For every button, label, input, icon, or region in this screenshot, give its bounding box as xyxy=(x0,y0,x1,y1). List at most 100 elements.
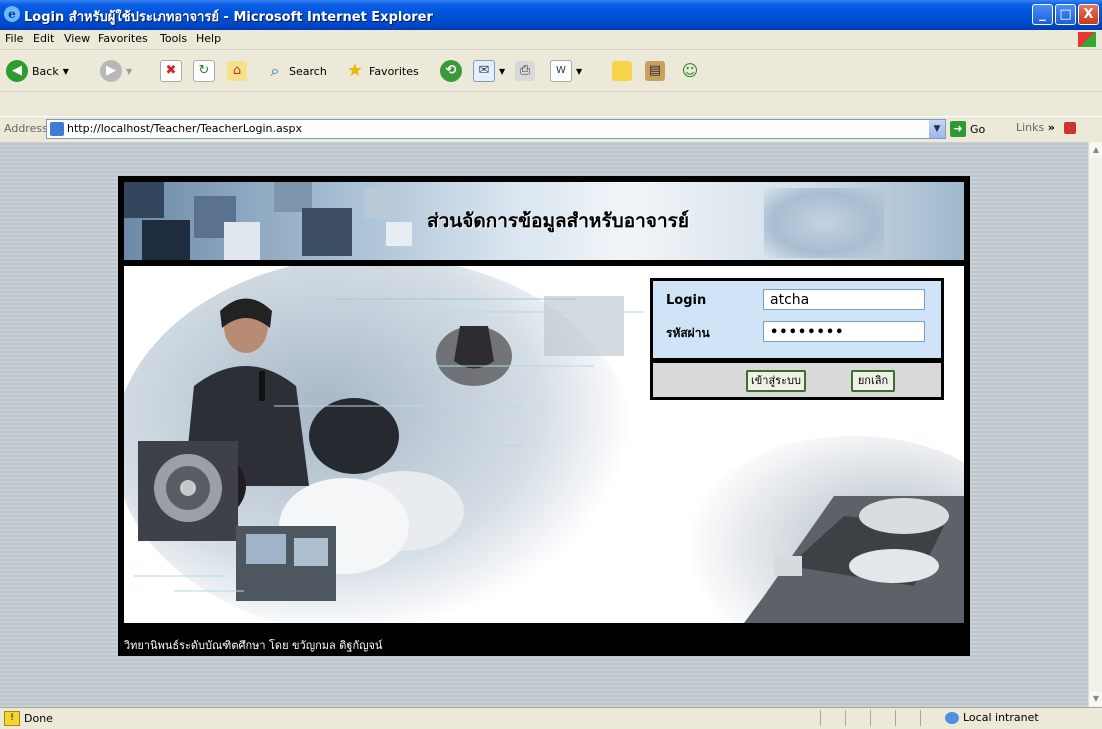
scroll-up-icon[interactable]: ▲ xyxy=(1090,143,1102,157)
banner-swirl xyxy=(764,188,884,258)
pdf-icon xyxy=(1064,122,1077,134)
back-arrow-icon: ◀ xyxy=(6,60,28,82)
search-button[interactable]: ⌕ Search xyxy=(265,58,327,84)
status-text: Done xyxy=(24,712,53,725)
banner-tile xyxy=(302,208,352,256)
banner-tile xyxy=(124,182,164,218)
maximize-button[interactable]: □ xyxy=(1055,4,1076,25)
warning-icon: ! xyxy=(4,711,20,726)
history-icon: ⟲ xyxy=(440,60,462,82)
links-label: Links xyxy=(1016,121,1045,134)
word-icon: W xyxy=(550,60,572,82)
search-icon: ⌕ xyxy=(270,61,280,80)
folder-button[interactable] xyxy=(612,58,632,84)
menu-file[interactable]: File xyxy=(5,32,23,45)
research-icon: ▤ xyxy=(645,61,665,81)
minimize-button[interactable]: _ xyxy=(1032,4,1053,25)
star-icon: ★ xyxy=(346,60,364,81)
stop-button[interactable]: ✖ xyxy=(160,58,182,84)
address-label: Address xyxy=(4,122,48,135)
menu-favorites[interactable]: Favorites xyxy=(98,32,148,45)
banner-tile xyxy=(224,222,260,260)
status-divider xyxy=(920,710,921,726)
forward-button[interactable]: ▶ ▼ xyxy=(100,58,132,84)
print-button[interactable]: ⎙ xyxy=(515,58,535,84)
stop-icon: ✖ xyxy=(160,60,182,82)
cancel-button[interactable]: ยกเลิก xyxy=(851,370,895,392)
forward-arrow-icon: ▶ xyxy=(100,60,122,82)
menu-help[interactable]: Help xyxy=(196,32,221,45)
window-title: Login สำหรับผู้ใช้ประเภทอาจารย์ - Micros… xyxy=(24,10,433,25)
chevron-down-icon: ▼ xyxy=(576,66,583,76)
links-button[interactable]: Links » xyxy=(1016,121,1077,134)
chevron-down-icon: ▼ xyxy=(62,66,69,76)
mail-icon: ✉ xyxy=(473,60,495,82)
history-button[interactable]: ⟲ xyxy=(440,58,462,84)
status-divider xyxy=(870,710,871,726)
status-divider xyxy=(895,710,896,726)
refresh-button[interactable]: ↻ xyxy=(193,58,215,84)
menu-tools[interactable]: Tools xyxy=(160,32,187,45)
back-label: Back xyxy=(32,64,59,78)
address-bar: Address http://localhost/Teacher/Teacher… xyxy=(0,116,1102,143)
address-url: http://localhost/Teacher/TeacherLogin.as… xyxy=(67,122,302,135)
standard-toolbar: ◀ Back ▼ ▶ ▼ ✖ ↻ ⌂ ⌕ Search ★ Favorites … xyxy=(0,50,1102,92)
home-button[interactable]: ⌂ xyxy=(227,58,247,84)
banner-tile xyxy=(364,188,394,218)
research-button[interactable]: ▤ xyxy=(645,58,665,84)
menu-bar: File Edit View Favorites Tools Help xyxy=(0,30,1102,50)
login-panel: Login atcha รหัสผ่าน •••••••• เข้าสู่ระบ… xyxy=(650,278,944,400)
mail-button[interactable]: ✉ ▼ xyxy=(473,58,505,84)
footer: วิทยานิพนธ์ระดับบัณฑิตศึกษา โดย ขวัญกมล … xyxy=(118,628,970,656)
status-divider xyxy=(820,710,821,726)
status-divider xyxy=(845,710,846,726)
chevron-right-icon: » xyxy=(1047,121,1055,134)
windows-logo-icon xyxy=(1078,32,1096,47)
password-label: รหัสผ่าน xyxy=(666,326,710,340)
favorites-label: Favorites xyxy=(369,64,419,78)
banner-tile xyxy=(142,220,190,260)
main-content: Login atcha รหัสผ่าน •••••••• เข้าสู่ระบ… xyxy=(124,266,964,623)
menu-edit[interactable]: Edit xyxy=(33,32,54,45)
page-title: ส่วนจัดการข้อมูลสำหรับอาจารย์ xyxy=(427,210,689,232)
address-input[interactable]: http://localhost/Teacher/TeacherLogin.as… xyxy=(46,119,946,139)
address-dropdown-icon[interactable]: ▼ xyxy=(929,120,945,138)
favorites-button[interactable]: ★ Favorites xyxy=(345,58,419,84)
chevron-down-icon: ▼ xyxy=(126,66,133,76)
scroll-down-icon[interactable]: ▼ xyxy=(1090,692,1102,706)
window-titlebar: e Login สำหรับผู้ใช้ประเภทอาจารย์ - Micr… xyxy=(0,0,1102,30)
page-viewport: ส่วนจัดการข้อมูลสำหรับอาจารย์ Login atch… xyxy=(0,142,1088,707)
page-icon xyxy=(50,122,64,136)
vertical-scrollbar[interactable]: ▲ ▼ xyxy=(1088,142,1102,707)
footer-text: วิทยานิพนธ์ระดับบัณฑิตศึกษา โดย ขวัญกมล … xyxy=(124,639,383,652)
home-icon: ⌂ xyxy=(227,61,247,81)
go-arrow-icon: ➜ xyxy=(950,121,966,137)
close-button[interactable]: X xyxy=(1078,4,1099,25)
search-label: Search xyxy=(289,64,327,78)
go-label: Go xyxy=(970,122,986,136)
print-icon: ⎙ xyxy=(515,61,535,81)
page-frame: ส่วนจัดการข้อมูลสำหรับอาจารย์ Login atch… xyxy=(118,176,970,656)
intranet-icon xyxy=(945,711,959,724)
status-bar: ! Done Local intranet xyxy=(0,707,1102,729)
ie-icon: e xyxy=(4,6,20,22)
login-input[interactable]: atcha xyxy=(763,289,925,310)
folder-icon xyxy=(612,61,632,81)
login-actions: เข้าสู่ระบบ ยกเลิก xyxy=(653,363,941,397)
messenger-button[interactable]: ☺ xyxy=(680,58,700,84)
chevron-down-icon: ▼ xyxy=(499,66,506,76)
messenger-icon: ☺ xyxy=(681,61,699,80)
password-input[interactable]: •••••••• xyxy=(763,321,925,342)
menu-view[interactable]: View xyxy=(64,32,90,45)
zone-label: Local intranet xyxy=(963,711,1039,724)
login-fields: Login atcha รหัสผ่าน •••••••• xyxy=(653,281,941,358)
header-banner: ส่วนจัดการข้อมูลสำหรับอาจารย์ xyxy=(124,182,964,260)
edit-button[interactable]: W ▼ xyxy=(550,58,582,84)
go-button[interactable]: ➜ Go xyxy=(950,121,985,137)
login-label: Login xyxy=(666,293,707,308)
refresh-icon: ↻ xyxy=(193,60,215,82)
security-zone: Local intranet xyxy=(945,711,1039,724)
back-button[interactable]: ◀ Back ▼ xyxy=(6,58,69,84)
banner-tile xyxy=(386,222,412,246)
login-submit-button[interactable]: เข้าสู่ระบบ xyxy=(746,370,806,392)
